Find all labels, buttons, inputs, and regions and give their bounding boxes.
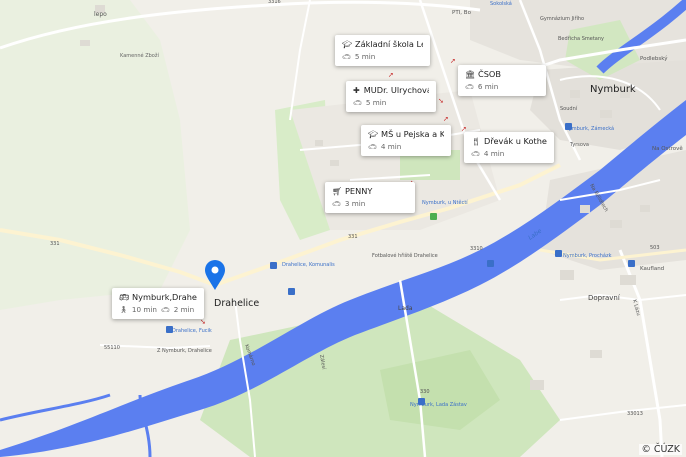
road-label-3316: 3316 (268, 0, 281, 5)
poi-name: PENNY (345, 186, 373, 196)
place-label-lepo: lepo (94, 11, 107, 18)
map-copyright: © ČÚZK (639, 444, 682, 455)
poi-card-csob[interactable]: 🏛︎ ČSOB 🚗︎ 6 min (458, 65, 546, 96)
stop-label-u-ntecti: Nymburk, u Ntěctí (422, 199, 468, 206)
walk-icon: 🚶︎ (119, 305, 128, 314)
svg-text:➚: ➚ (443, 115, 449, 123)
poi-travel-time: 6 min (477, 82, 499, 91)
svg-text:➚: ➚ (388, 71, 394, 79)
car-icon: 🚗︎ (465, 82, 474, 91)
car-icon: 🚗︎ (160, 305, 170, 314)
road-label-330: 330 (420, 389, 430, 395)
transit-walk-time: 10 min (131, 305, 157, 314)
poi-travel-time: 3 min (344, 199, 366, 208)
road-label-33013: 33013 (627, 411, 643, 417)
street-label-dopravni: Dopravní (588, 294, 621, 302)
svg-text:➘: ➘ (200, 318, 206, 326)
poi-travel-time: 4 min (483, 149, 505, 158)
transit-stop-name: Nymburk,Drahelic… (132, 292, 197, 302)
stop-label-zamecka: Nymburk, Zámecká (565, 125, 614, 132)
road-label-55110: 55110 (104, 345, 120, 351)
school-icon: 🎓︎ (368, 129, 379, 139)
car-icon: 🚗︎ (368, 142, 377, 151)
place-label-gymnazium: Gymnázium Jiřího (540, 15, 584, 22)
poi-travel-time: 4 min (380, 142, 402, 151)
svg-text:➚: ➚ (450, 57, 456, 65)
stop-label-prochazka: Nymburk, Procházk (563, 252, 612, 259)
stop-label-drahelice-fucik: Drahelice, Fucik (172, 328, 212, 334)
place-label-fotbalove-hriste: Fotbalové hřiště Drahelice (372, 252, 438, 259)
street-label-tyrsova: Tyrsova (569, 142, 589, 148)
place-label-pti: PTI, Bo (452, 10, 472, 16)
road-label-331: 331 (348, 234, 358, 240)
street-label-bedricha: Bedřicha Smetany (558, 35, 604, 42)
farmland-area (0, 0, 190, 310)
poi-travel-time: 5 min (365, 98, 387, 107)
place-label-drahelice: Drahelice (214, 298, 259, 309)
medical-icon: ✚ (353, 85, 360, 95)
place-label-nymburk: Nymburk (590, 84, 636, 95)
street-label-na-ostrove: Na Ostrově (652, 145, 683, 152)
shop-icon: 🛒︎ (332, 186, 343, 196)
poi-card-mudr[interactable]: ✚MUDr. Ulrychová … 🚗︎5 min (346, 81, 436, 112)
place-label-sokolska: Sokolská (490, 0, 512, 7)
road-label-331-west: 331 (50, 241, 60, 247)
place-label-lada: Lada (398, 305, 413, 312)
restaurant-icon: 🍴︎ (471, 136, 482, 146)
poi-card-zakladni-skola[interactable]: 🎓︎Základní škola Le… 🚗︎5 min (335, 35, 430, 66)
bus-icon: 🚌︎ (119, 292, 130, 302)
car-icon: 🚗︎ (342, 52, 351, 61)
svg-text:➘: ➘ (438, 97, 444, 105)
transit-car-time: 2 min (173, 305, 195, 314)
car-icon: 🚗︎ (332, 199, 341, 208)
place-label-kaufland: Kaufland (640, 266, 664, 272)
stop-label-drahelice-komunal: Drahelice, Komunalis (282, 262, 335, 268)
car-icon: 🚗︎ (471, 149, 480, 158)
poi-name: MUDr. Ulrychová … (363, 85, 429, 95)
poi-travel-time: 5 min (354, 52, 376, 61)
street-label-soudni: Soudní (560, 105, 578, 112)
school-icon: 🎓︎ (342, 39, 353, 49)
bank-icon: 🏛︎ (465, 69, 476, 79)
place-label-kamenne-zbozi: Kamenné Zboží (120, 52, 159, 59)
road-label-503: 503 (650, 245, 660, 251)
transit-card-nymburk-drahelice[interactable]: 🚌︎Nymburk,Drahelic… 🚶︎10 min 🚗︎2 min (112, 288, 204, 319)
stop-label-z-nymburk: Z Nymburk, Drahelice (157, 348, 212, 354)
poi-card-ms-u-pejska[interactable]: 🎓︎MŠ u Pejska a Ko… 🚗︎4 min (361, 125, 451, 156)
poi-card-penny[interactable]: 🛒︎ PENNY 🚗︎ 3 min (325, 182, 415, 213)
map-canvas[interactable]: Nymburk Drahelice Lada Dopravní lepo Kam… (0, 0, 686, 457)
street-label-podlebsky: Podlebský (640, 55, 668, 62)
poi-card-drevak[interactable]: 🍴︎Dřevák u Kotherů 🚗︎4 min (464, 132, 554, 163)
poi-name: ČSOB (478, 69, 501, 79)
poi-name: Dřevák u Kotherů (484, 136, 547, 146)
road-label-3310: 3310 (470, 246, 483, 252)
poi-name: MŠ u Pejska a Ko… (381, 129, 444, 139)
poi-name: Základní škola Le… (355, 39, 423, 49)
car-icon: 🚗︎ (353, 98, 362, 107)
